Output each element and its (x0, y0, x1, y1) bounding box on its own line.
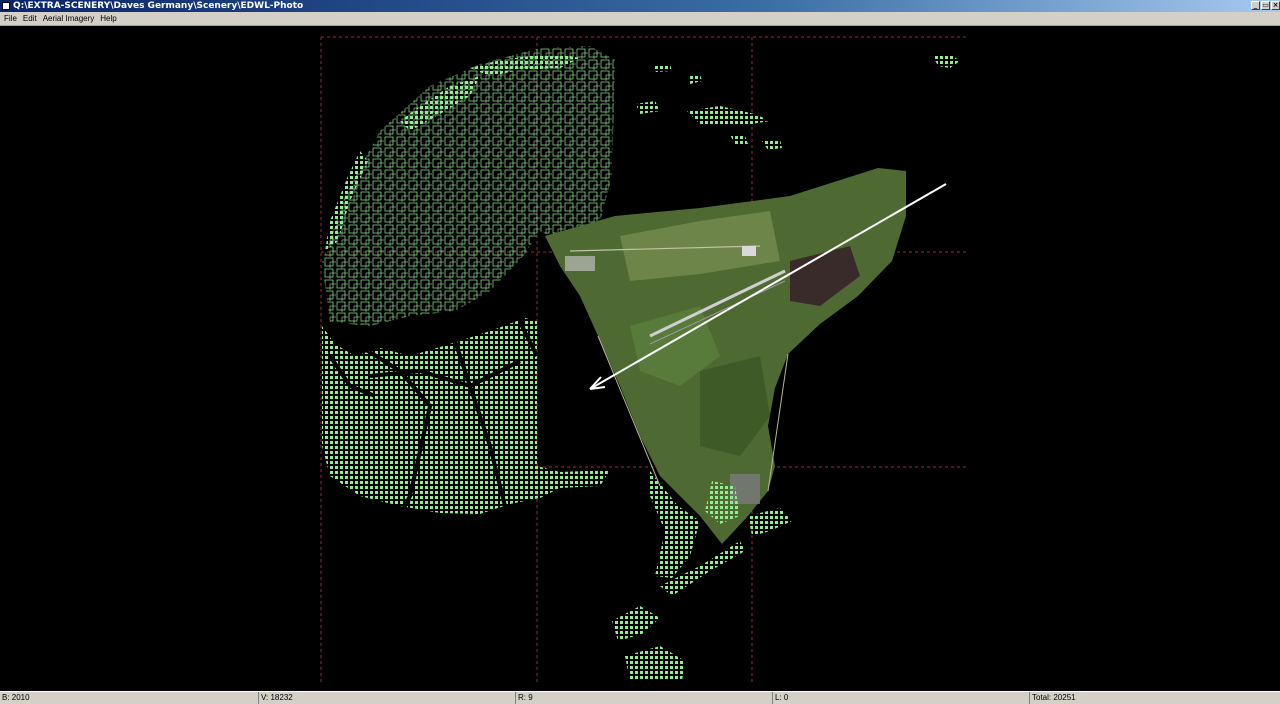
status-v: V: 18232 (258, 692, 515, 704)
close-button[interactable]: × (1271, 1, 1280, 10)
menu-file[interactable]: File (0, 12, 20, 25)
minimize-button[interactable]: _ (1251, 1, 1260, 10)
status-total: Total: 20251 (1029, 692, 1280, 704)
restore-button[interactable]: ▭ (1261, 1, 1270, 10)
window-title: Q:\EXTRA-SCENERY\Daves Germany\Scenery\E… (13, 1, 304, 11)
title-bar: Q:\EXTRA-SCENERY\Daves Germany\Scenery\E… (0, 0, 1280, 12)
menu-aerial-imagery[interactable]: Aerial Imagery (40, 12, 98, 25)
menu-bar: File Edit Aerial Imagery Help (0, 12, 1280, 26)
app-icon[interactable] (2, 2, 10, 10)
menu-help[interactable]: Help (97, 12, 119, 25)
status-b: B: 2010 (2, 693, 30, 702)
vector-points-offshore (636, 54, 960, 150)
menu-edit[interactable]: Edit (20, 12, 40, 25)
scenery-canvas[interactable] (0, 26, 1280, 691)
status-bar: B: 2010 V: 18232 R: 9 L: 0 Total: 20251 (0, 691, 1280, 704)
status-r: R: 9 (515, 692, 772, 704)
scenery-map[interactable] (0, 26, 1280, 691)
status-l: L: 0 (772, 692, 1029, 704)
